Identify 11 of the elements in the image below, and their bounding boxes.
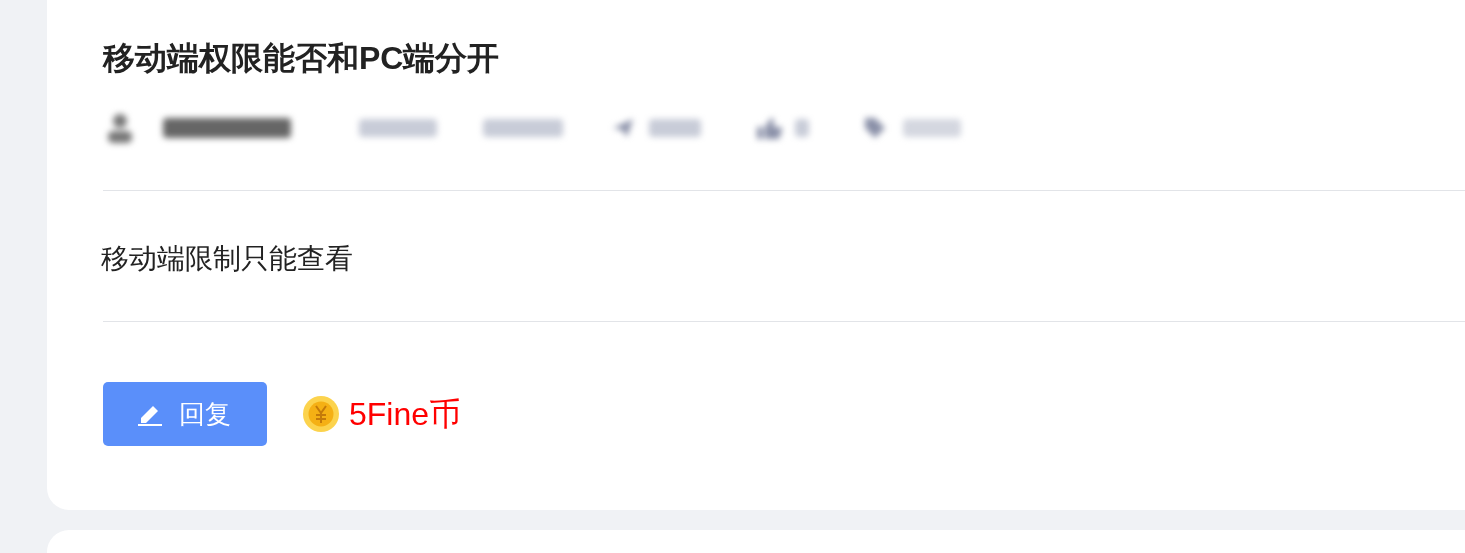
post-body: 移动端限制只能查看 <box>101 242 353 276</box>
redacted-version <box>903 119 961 137</box>
post-title: 移动端权限能否和PC端分开 <box>103 39 500 78</box>
coin-icon <box>303 396 339 432</box>
thumbs-up-icon <box>755 117 783 139</box>
reply-button[interactable]: 回复 <box>103 382 267 446</box>
redacted-share <box>649 119 701 137</box>
reward-amount: 5Fine币 <box>349 395 462 434</box>
share-icon <box>611 117 635 139</box>
redacted-likes <box>795 119 809 137</box>
tag-icon <box>863 116 887 140</box>
